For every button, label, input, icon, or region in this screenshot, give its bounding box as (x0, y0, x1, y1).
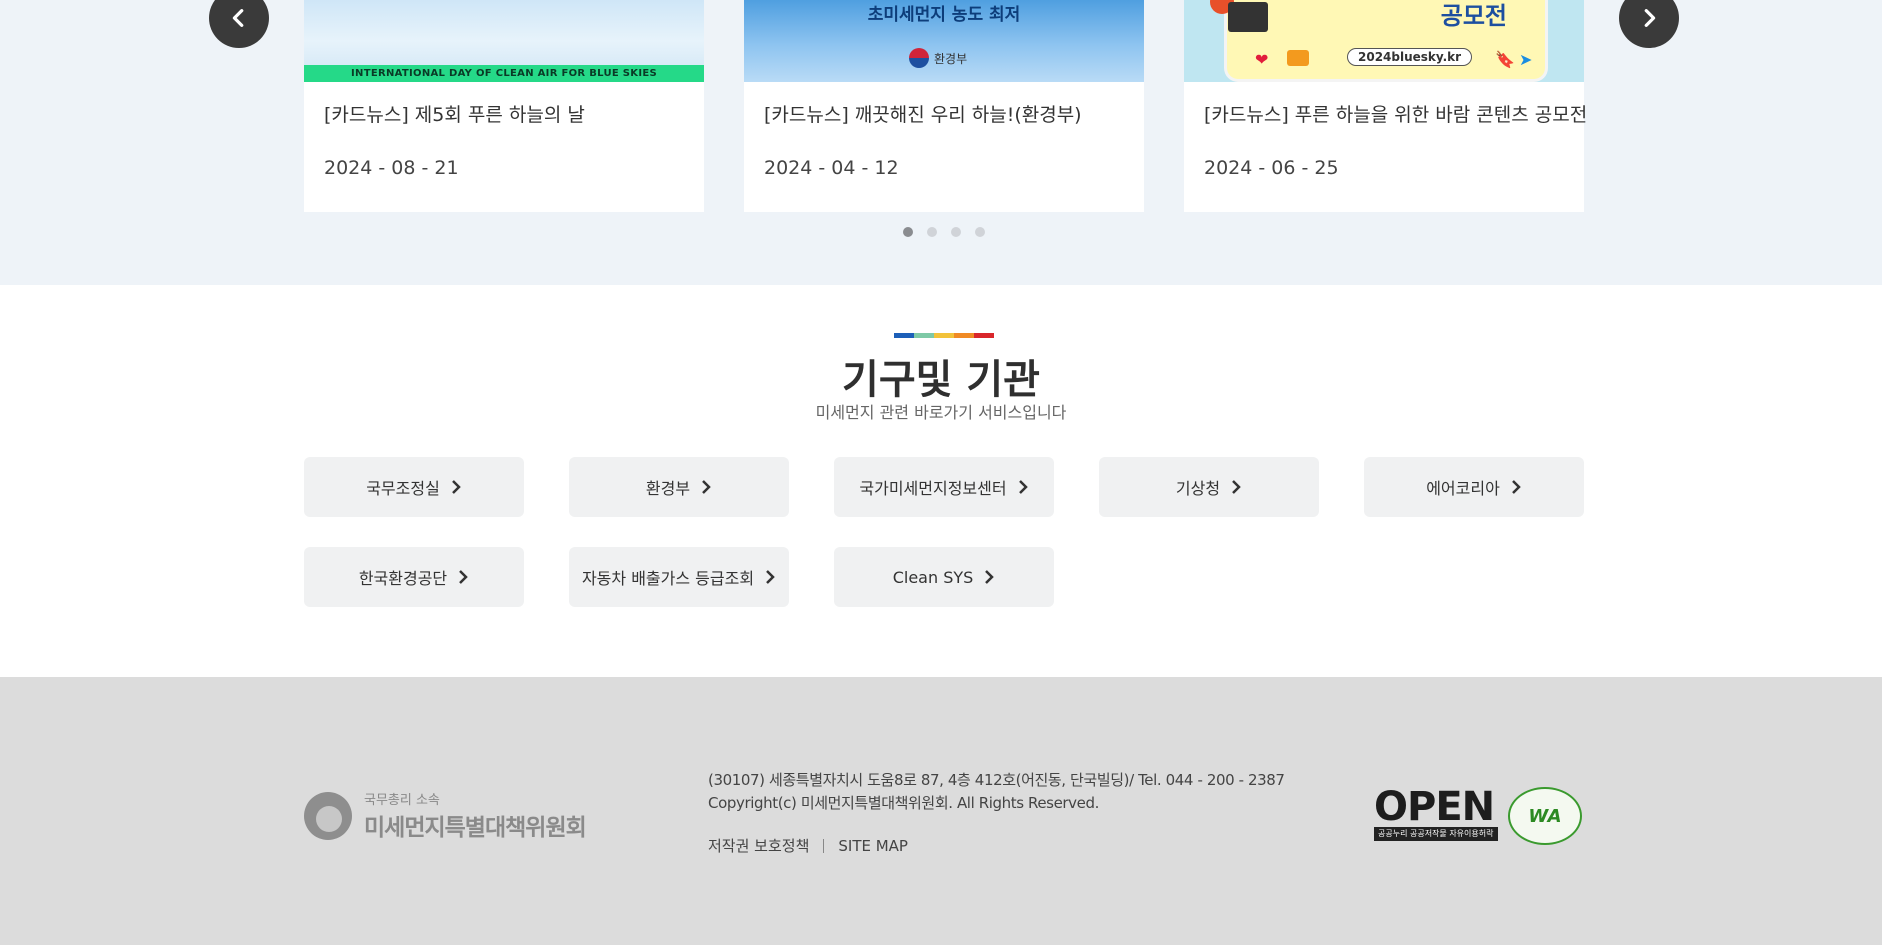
news-card[interactable]: 공모전 ❤ 2024bluesky.kr 🔖 ➤ [카드뉴스] 푸른 하늘을 위… (1184, 0, 1587, 212)
chevron-right-icon (1232, 480, 1241, 494)
pagination-dot-2[interactable] (927, 227, 937, 237)
chevron-right-icon (702, 480, 711, 494)
accent-segment (954, 333, 974, 338)
section-accent-bar (894, 333, 994, 338)
org-link-label: 기상청 (1175, 479, 1221, 498)
clapperboard-icon (1228, 2, 1268, 32)
government-emblem-icon (909, 48, 929, 68)
org-link-label: 국무조정실 (366, 479, 440, 498)
site-footer: 국무총리 소속 미세먼지특별대책위원회 (30107) 세종특별자치시 도움8로… (0, 677, 1882, 945)
org-link-button[interactable]: 환경부 (569, 457, 789, 517)
news-card-title[interactable]: [카드뉴스] 제5회 푸른 하늘의 날 (324, 100, 585, 127)
open-license-badge[interactable]: OPEN 공공누리 공공저작물 자유이용허락 (1374, 787, 1498, 843)
news-card-date: 2024 - 04 - 12 (764, 157, 899, 179)
thumbnail-banner-text: INTERNATIONAL DAY OF CLEAN AIR FOR BLUE … (304, 65, 704, 82)
org-link-button[interactable]: 한국환경공단 (304, 547, 524, 607)
news-card[interactable]: 초미세먼지 농도 최저 환경부 [카드뉴스] 깨끗해진 우리 하늘!(환경부) … (744, 0, 1144, 212)
footer-copyright: Copyright(c) 미세먼지특별대책위원회. All Rights Res… (708, 794, 1099, 812)
bookmark-icon: 🔖 (1495, 50, 1515, 69)
web-accessibility-badge[interactable]: WA (1508, 787, 1582, 845)
pagination-dot-3[interactable] (951, 227, 961, 237)
thumbnail-ministry-text: 환경부 (934, 52, 968, 66)
org-link-button[interactable]: 자동차 배출가스 등급조회 (569, 547, 789, 607)
news-card-thumbnail: 공모전 ❤ 2024bluesky.kr 🔖 ➤ (1184, 0, 1584, 82)
chevron-right-icon (1511, 480, 1521, 494)
paper-plane-icon: ➤ (1519, 50, 1533, 69)
news-card-title[interactable]: [카드뉴스] 푸른 하늘을 위한 바람 콘텐츠 공모전 (1204, 100, 1587, 127)
open-badge-subtext: 공공누리 공공저작물 자유이용허락 (1374, 827, 1498, 841)
news-card-title[interactable]: [카드뉴스] 깨끗해진 우리 하늘!(환경부) (764, 100, 1082, 127)
pagination-dot-1[interactable] (903, 227, 913, 237)
chevron-right-icon (985, 570, 995, 584)
accent-segment (974, 333, 994, 338)
chevron-right-icon (766, 570, 775, 584)
organizations-section: 기구및 기관 미세먼지 관련 바로가기 서비스입니다 국무조정실 환경부 국가미… (0, 285, 1882, 677)
committee-emblem-icon (304, 791, 352, 840)
org-link-label: 환경부 (645, 479, 691, 498)
accent-segment (914, 333, 934, 338)
org-link-label: Clean SYS (892, 567, 974, 587)
chevron-right-icon (459, 570, 468, 584)
logo-affiliation: 국무총리 소속 (364, 793, 440, 808)
org-link-button[interactable]: Clean SYS (834, 547, 1054, 607)
committee-logo[interactable]: 국무총리 소속 미세먼지특별대책위원회 (304, 789, 587, 842)
heart-icon: ❤ (1255, 50, 1269, 69)
carousel-next-button[interactable] (1619, 0, 1679, 48)
chevron-right-icon (1018, 480, 1028, 494)
news-card-thumbnail: INTERNATIONAL DAY OF CLEAN AIR FOR BLUE … (304, 0, 704, 82)
divider (823, 838, 825, 853)
open-badge-text: OPEN (1374, 784, 1495, 830)
footer-address: (30107) 세종특별자치시 도움8로 87, 4층 412호(어진동, 단국… (708, 771, 1285, 789)
section-title: 기구및 기관 (842, 357, 1040, 403)
footer-link-copyright-policy[interactable]: 저작권 보호정책 (708, 835, 809, 856)
wa-badge-text: WA (1528, 805, 1562, 827)
card-news-section: INTERNATIONAL DAY OF CLEAN AIR FOR BLUE … (0, 0, 1882, 285)
logo-name: 미세먼지특별대책위원회 (364, 815, 587, 841)
footer-info: (30107) 세종특별자치시 도움8로 87, 4층 412호(어진동, 단국… (708, 769, 1285, 815)
org-link-label: 국가미세먼지정보센터 (859, 479, 1007, 498)
org-link-label: 에어코리아 (1426, 479, 1500, 498)
news-card-thumbnail: 초미세먼지 농도 최저 환경부 (744, 0, 1144, 82)
chevron-left-icon (232, 9, 244, 27)
org-link-button[interactable]: 에어코리아 (1364, 457, 1584, 517)
pagination-dot-4[interactable] (975, 227, 985, 237)
org-link-button[interactable]: 국무조정실 (304, 457, 524, 517)
footer-link-sitemap[interactable]: SITE MAP (838, 837, 908, 855)
logo-text: 국무총리 소속 미세먼지특별대책위원회 (364, 789, 587, 842)
news-card[interactable]: INTERNATIONAL DAY OF CLEAN AIR FOR BLUE … (304, 0, 704, 212)
section-subtitle: 미세먼지 관련 바로가기 서비스입니다 (815, 403, 1067, 422)
speech-bubble-icon (1287, 50, 1309, 66)
thumbnail-url-text: 2024bluesky.kr (1347, 48, 1473, 66)
carousel-pagination (903, 227, 985, 237)
accent-segment (934, 333, 954, 338)
chevron-right-icon (451, 480, 461, 494)
org-link-button[interactable]: 국가미세먼지정보센터 (834, 457, 1054, 517)
footer-links: 저작권 보호정책 SITE MAP (708, 835, 908, 856)
org-link-button[interactable]: 기상청 (1099, 457, 1319, 517)
news-card-date: 2024 - 06 - 25 (1204, 157, 1339, 179)
news-card-date: 2024 - 08 - 21 (324, 157, 459, 179)
carousel-prev-button[interactable] (209, 0, 269, 48)
thumbnail-poster: 공모전 ❤ 2024bluesky.kr 🔖 ➤ (1224, 0, 1548, 82)
org-link-label: 자동차 배출가스 등급조회 (581, 569, 755, 588)
chevron-right-icon (1644, 9, 1656, 27)
accent-segment (894, 333, 914, 338)
thumbnail-banner-text: 초미세먼지 농도 최저 (867, 5, 1021, 25)
org-link-label: 한국환경공단 (358, 569, 448, 588)
thumbnail-banner-text: 공모전 (1440, 2, 1507, 30)
